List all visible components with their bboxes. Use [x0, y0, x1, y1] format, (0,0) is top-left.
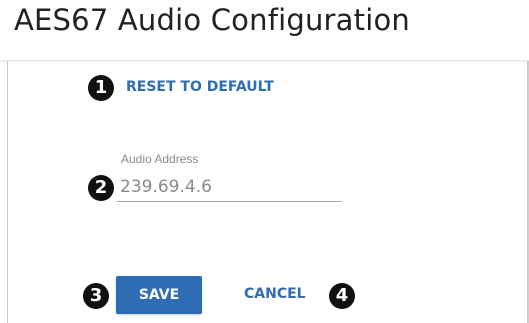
callout-marker-4: 4: [329, 283, 355, 309]
save-button[interactable]: SAVE: [116, 276, 202, 314]
reset-to-default-link[interactable]: RESET TO DEFAULT: [126, 79, 274, 95]
panel-header: AES67 Audio Configuration: [0, 0, 529, 61]
cancel-button[interactable]: CANCEL: [244, 286, 306, 302]
audio-address-input[interactable]: [117, 172, 342, 202]
panel-left-border: [7, 61, 8, 323]
callout-marker-3: 3: [83, 283, 109, 309]
callout-marker-1: 1: [88, 75, 114, 101]
audio-config-panel: AES67 Audio Configuration 1 RESET TO DEF…: [0, 0, 529, 323]
audio-address-label: Audio Address: [121, 152, 199, 166]
callout-marker-2: 2: [88, 175, 114, 201]
page-title: AES67 Audio Configuration: [14, 3, 411, 37]
